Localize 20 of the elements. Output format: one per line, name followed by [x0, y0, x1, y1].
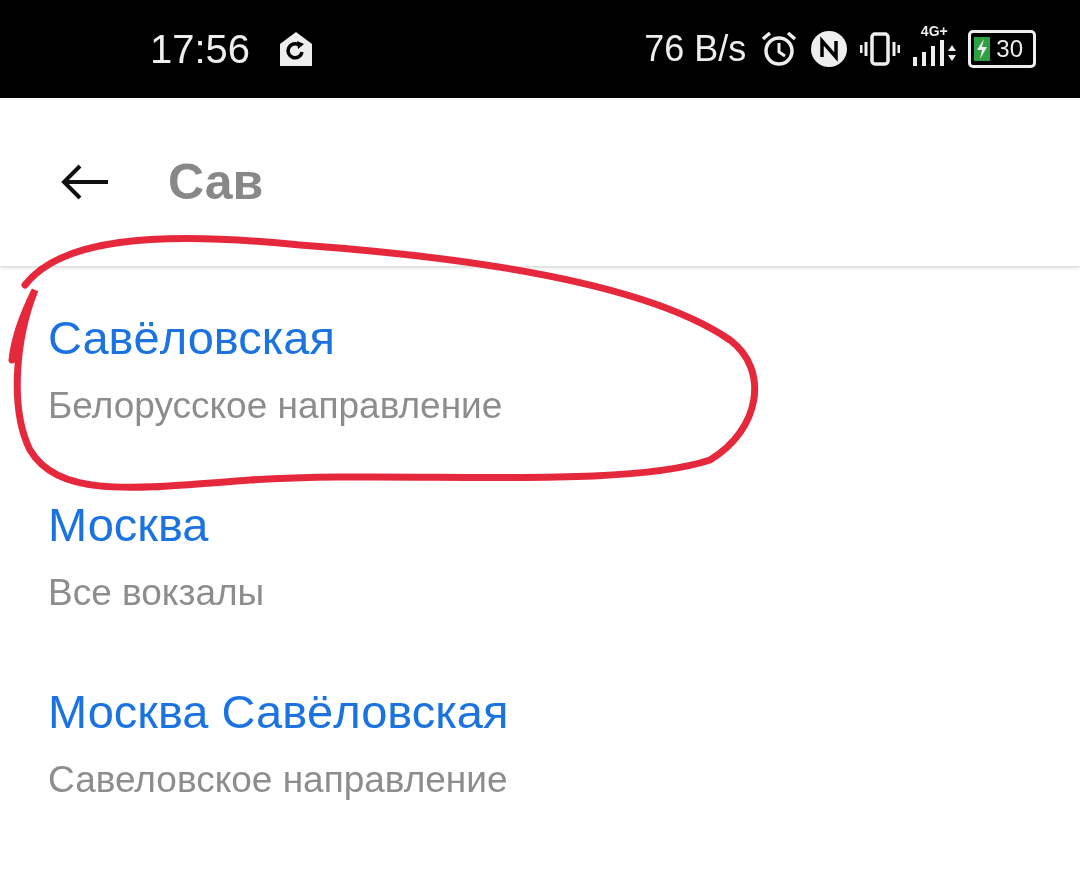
network-speed: 76 B/s — [644, 28, 747, 70]
result-item[interactable]: Москва Все вокзалы — [0, 453, 1080, 640]
result-item[interactable]: Москва Савёловская Савеловское направление — [0, 640, 1080, 827]
direction-label: Все вокзалы — [48, 571, 266, 615]
clock-time: 17:56 — [150, 26, 251, 72]
signal-icon — [912, 40, 957, 66]
house-refresh-icon — [278, 30, 315, 68]
search-field[interactable]: Сав — [168, 153, 768, 211]
nfc-icon — [810, 30, 849, 68]
result-item[interactable]: Савёловская Белорусское направление — [0, 266, 1080, 453]
alarm-clock-icon — [760, 31, 799, 67]
direction-label: Белорусское направление — [48, 384, 504, 428]
vibrate-icon — [860, 31, 901, 67]
station-name: Савёловская — [48, 310, 336, 366]
station-name: Москва Савёловская — [48, 684, 510, 740]
battery-level: 30 — [996, 35, 1023, 63]
network-type: 4G+ — [920, 24, 948, 38]
direction-label: Савеловское направление — [48, 758, 509, 802]
station-name: Москва — [48, 497, 210, 553]
back-arrow-icon[interactable] — [60, 162, 110, 202]
